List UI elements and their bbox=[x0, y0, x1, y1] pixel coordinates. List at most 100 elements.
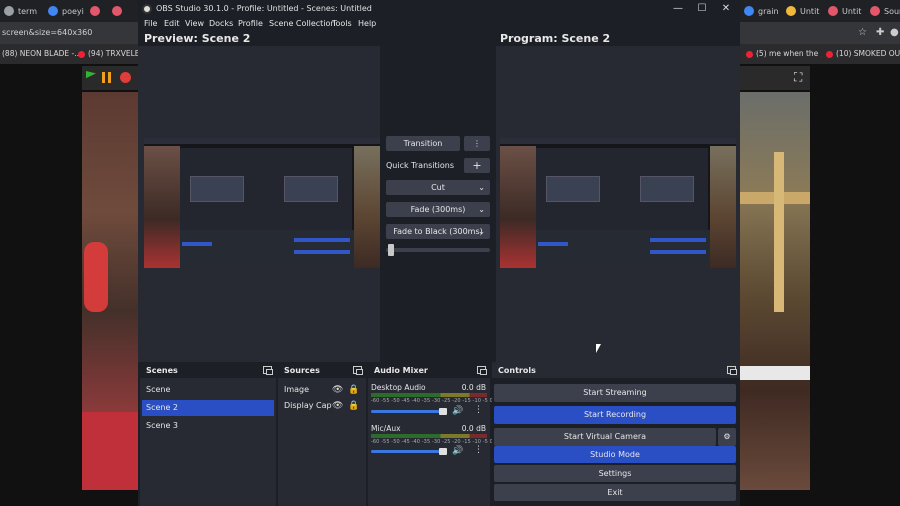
source-item[interactable]: Image 👁 🔒 bbox=[280, 382, 364, 398]
menu-view[interactable]: View bbox=[185, 19, 204, 28]
browser-tab[interactable]: poeyi bbox=[48, 2, 84, 20]
quick-transition-cut[interactable]: Cut ⌄ bbox=[386, 180, 490, 195]
transition-button[interactable]: Transition bbox=[386, 136, 460, 151]
chevron-down-icon: ⌄ bbox=[478, 183, 485, 192]
source-item[interactable]: Display Captu 👁 🔒 bbox=[280, 398, 364, 414]
browser-tab[interactable] bbox=[90, 2, 104, 20]
menu-file[interactable]: File bbox=[144, 19, 157, 28]
pause-icon[interactable] bbox=[102, 72, 105, 83]
menu-profile[interactable]: Profile bbox=[238, 19, 263, 28]
mouse-cursor-icon bbox=[596, 344, 601, 353]
program-pane bbox=[496, 46, 740, 362]
decor bbox=[500, 138, 736, 144]
google-icon bbox=[744, 6, 754, 16]
scene-item[interactable]: Scene bbox=[142, 382, 274, 398]
virtual-camera-settings-button[interactable]: ⚙ bbox=[718, 428, 736, 446]
tab-favicon-icon bbox=[786, 6, 796, 16]
undock-icon[interactable] bbox=[263, 366, 273, 375]
undock-icon[interactable] bbox=[477, 366, 487, 375]
menu-edit[interactable]: Edit bbox=[164, 19, 180, 28]
volume-slider-fill bbox=[371, 410, 447, 413]
more-vertical-icon[interactable]: ⋮ bbox=[474, 445, 483, 455]
menu-docks[interactable]: Docks bbox=[209, 19, 233, 28]
decor bbox=[182, 242, 212, 246]
mixer-channel-db: 0.0 dB bbox=[461, 424, 486, 433]
menu-tools[interactable]: Tools bbox=[332, 19, 352, 28]
bookmark-label: (10) SMOKED OUT bbox=[836, 49, 900, 58]
tab-favicon-icon bbox=[4, 6, 14, 16]
scene-item-selected[interactable]: Scene 2 bbox=[142, 400, 274, 416]
lock-icon[interactable]: 🔒 bbox=[348, 398, 359, 414]
bookmark-label: (5) me when the 🎵... bbox=[756, 49, 822, 58]
browser-tab[interactable]: Untitl bbox=[786, 2, 820, 20]
maximize-button[interactable]: ☐ bbox=[690, 2, 714, 16]
add-quick-transition-button[interactable]: + bbox=[464, 158, 490, 173]
studio-mode-button[interactable]: Studio Mode bbox=[494, 446, 736, 463]
bookmark-item[interactable]: (5) me when the 🎵... bbox=[746, 49, 822, 58]
tab-label: term bbox=[18, 6, 37, 16]
quick-transition-fade[interactable]: Fade (300ms) ⌄ bbox=[386, 202, 490, 217]
menu-help[interactable]: Help bbox=[358, 19, 376, 28]
browser-tab[interactable]: Untitl bbox=[828, 2, 862, 20]
quick-transition-label: Cut bbox=[431, 183, 445, 192]
green-flag-icon[interactable] bbox=[86, 71, 96, 79]
preview-pane[interactable] bbox=[138, 46, 380, 362]
mixer-channel-name: Mic/Aux bbox=[371, 424, 401, 433]
scenes-dock: Scenes Scene Scene 2 Scene 3 bbox=[140, 362, 276, 506]
tab-label: grain bbox=[758, 6, 778, 16]
obs-window: OBS Studio 30.1.0 - Profile: Untitled - … bbox=[138, 0, 740, 506]
stop-icon[interactable] bbox=[120, 72, 131, 83]
close-button[interactable]: ✕ bbox=[714, 2, 738, 16]
avatar[interactable]: ● bbox=[890, 27, 899, 38]
gear-icon: ⚙ bbox=[723, 432, 731, 441]
decor bbox=[536, 148, 628, 230]
minimize-button[interactable]: — bbox=[666, 2, 690, 16]
decor bbox=[294, 250, 350, 254]
volume-slider-handle[interactable] bbox=[439, 408, 447, 415]
exit-button[interactable]: Exit bbox=[494, 484, 736, 501]
fullscreen-icon[interactable]: ⛶ bbox=[794, 70, 802, 85]
browser-tab[interactable]: term bbox=[4, 2, 40, 20]
program-title: Program: Scene 2 bbox=[500, 32, 611, 45]
t-bar-handle[interactable] bbox=[388, 244, 394, 256]
settings-button[interactable]: Settings bbox=[494, 465, 736, 482]
mixer-channel-db: 0.0 dB bbox=[461, 383, 486, 392]
undock-icon[interactable] bbox=[353, 366, 363, 375]
browser-tab[interactable]: grain bbox=[744, 2, 778, 20]
audio-mixer-dock: Audio Mixer Desktop Audio 0.0 dB -60 -55… bbox=[368, 362, 493, 506]
quick-transition-fade-to-black[interactable]: Fade to Black (300ms) ⌄ bbox=[386, 224, 490, 239]
undock-icon[interactable] bbox=[727, 366, 737, 375]
bookmark-item[interactable]: (10) SMOKED OUT bbox=[826, 49, 900, 58]
speaker-icon[interactable]: 🔊 bbox=[452, 406, 463, 416]
tab-label: poeyi bbox=[62, 6, 84, 16]
bookmark-item[interactable]: (94) TRXVELER - TI bbox=[78, 49, 138, 58]
extensions-icon[interactable]: ✚ bbox=[876, 27, 884, 38]
decor bbox=[538, 242, 568, 246]
speaker-icon[interactable]: 🔊 bbox=[452, 446, 463, 456]
volume-slider-fill bbox=[371, 450, 447, 453]
decor bbox=[628, 148, 708, 230]
start-recording-button[interactable]: Start Recording bbox=[494, 406, 736, 424]
chevron-down-icon: ⌄ bbox=[478, 205, 485, 214]
eye-icon[interactable]: 👁 bbox=[332, 382, 343, 398]
menu-scene-collection[interactable]: Scene Collection bbox=[269, 19, 336, 28]
star-icon[interactable]: ☆ bbox=[858, 27, 867, 38]
menu-bar: File Edit View Docks Profile Scene Colle… bbox=[138, 18, 740, 30]
browser-tab[interactable]: Sour bbox=[870, 2, 900, 20]
decor bbox=[650, 238, 706, 242]
start-streaming-button[interactable]: Start Streaming bbox=[494, 384, 736, 402]
dock-header: Controls bbox=[492, 362, 740, 378]
volume-slider-handle[interactable] bbox=[439, 448, 447, 455]
more-vertical-icon[interactable]: ⋮ bbox=[474, 405, 483, 415]
transition-menu-button[interactable]: ⋮ bbox=[464, 136, 490, 151]
volume-meter bbox=[371, 434, 487, 438]
eye-icon[interactable]: 👁 bbox=[332, 398, 344, 414]
lock-icon[interactable]: 🔒 bbox=[348, 382, 359, 398]
plus-icon: + bbox=[472, 159, 482, 172]
tab-favicon-icon bbox=[112, 6, 122, 16]
browser-tab[interactable] bbox=[112, 2, 126, 20]
scene-item[interactable]: Scene 3 bbox=[142, 418, 274, 434]
tab-favicon-icon bbox=[90, 6, 100, 16]
start-virtual-camera-button[interactable]: Start Virtual Camera bbox=[494, 428, 716, 446]
t-bar-track[interactable] bbox=[386, 248, 490, 252]
